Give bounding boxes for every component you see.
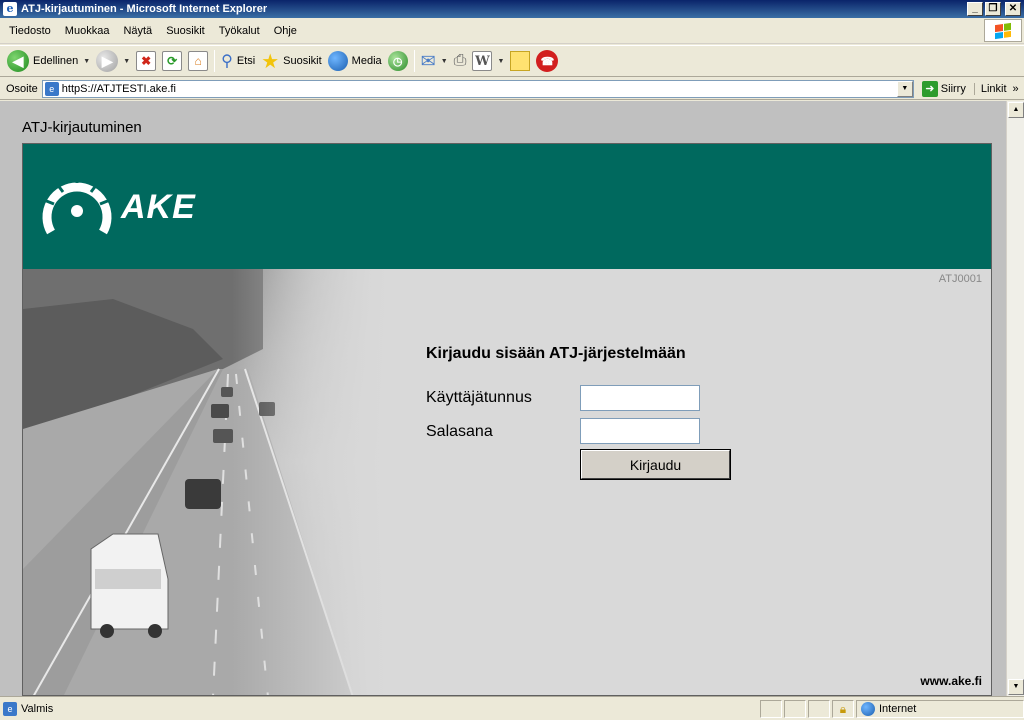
- windows-flag-icon: [995, 22, 1011, 39]
- discuss-button[interactable]: [507, 48, 533, 74]
- address-input[interactable]: e httpS://ATJTESTI.ake.fi ▼: [41, 79, 914, 98]
- go-label: Siirry: [940, 82, 966, 95]
- minimize-button[interactable]: _: [967, 2, 983, 16]
- menu-help[interactable]: Ohje: [267, 18, 304, 44]
- password-label: Salasana: [426, 423, 493, 440]
- print-icon: ⎙: [453, 52, 467, 69]
- links-button[interactable]: Linkit »: [973, 82, 1024, 95]
- search-icon: ⚲: [221, 53, 233, 70]
- home-icon: ⌂: [188, 51, 209, 71]
- page-viewport: ATJ-kirjautuminen AKE ATJ0001 Kirjaudu s…: [0, 101, 1006, 696]
- menu-view[interactable]: Näytä: [116, 18, 159, 44]
- ie-icon: e: [3, 2, 17, 16]
- print-button[interactable]: ⎙: [451, 48, 470, 74]
- forward-dropdown-icon[interactable]: ▼: [123, 58, 130, 65]
- links-chevron-icon: »: [1012, 82, 1019, 95]
- edit-dropdown-icon[interactable]: ▼: [497, 58, 504, 65]
- messenger-icon: ☎: [536, 50, 559, 72]
- menu-file[interactable]: Tiedosto: [0, 18, 58, 44]
- menu-edit[interactable]: Muokkaa: [58, 18, 117, 44]
- window-titlebar: e ATJ-kirjautuminen - Microsoft Internet…: [0, 0, 1024, 18]
- username-input[interactable]: [580, 385, 700, 411]
- menu-tools[interactable]: Työkalut: [212, 18, 267, 44]
- toolbar-separator: [413, 50, 415, 72]
- home-button[interactable]: ⌂: [185, 48, 211, 74]
- toolbar-separator: [214, 50, 216, 72]
- username-label: Käyttäjätunnus: [426, 389, 532, 406]
- restore-button[interactable]: ❐: [985, 2, 1001, 16]
- vertical-scrollbar[interactable]: ▲ ▼: [1006, 101, 1024, 696]
- stop-button[interactable]: ✖: [133, 48, 159, 74]
- note-icon: [510, 51, 531, 71]
- edit-icon: W: [472, 51, 493, 71]
- status-cell: [784, 699, 806, 718]
- security-cell[interactable]: 🔒︎: [832, 699, 854, 718]
- scroll-down-icon[interactable]: ▼: [1008, 679, 1024, 695]
- close-button[interactable]: ✕: [1005, 2, 1021, 16]
- logo-text: AKE: [121, 187, 196, 226]
- back-label: Edellinen: [33, 55, 79, 67]
- messenger-button[interactable]: ☎: [533, 48, 561, 74]
- mail-icon: ✉: [420, 50, 436, 71]
- address-bar: Osoite e httpS://ATJTESTI.ake.fi ▼ ➜ Sii…: [0, 78, 1024, 100]
- address-label: Osoite: [6, 82, 38, 95]
- go-button[interactable]: ➜ Siirry: [918, 80, 970, 97]
- search-button[interactable]: ⚲ Etsi: [218, 48, 258, 74]
- mail-dropdown-icon[interactable]: ▼: [441, 58, 448, 65]
- back-dropdown-icon[interactable]: ▼: [83, 58, 90, 65]
- favorites-icon: ★: [261, 50, 280, 73]
- media-label: Media: [351, 55, 382, 67]
- search-label: Etsi: [236, 55, 256, 67]
- links-label: Linkit: [980, 82, 1007, 95]
- back-icon: ◀: [7, 50, 29, 72]
- menu-favorites[interactable]: Suosikit: [159, 18, 212, 44]
- lock-icon: 🔒︎: [839, 701, 847, 716]
- status-cell: [808, 699, 830, 718]
- stop-icon: ✖: [136, 51, 157, 71]
- status-cell: [760, 699, 782, 718]
- media-icon: [327, 51, 348, 71]
- password-input[interactable]: [580, 418, 700, 444]
- address-dropdown-icon[interactable]: ▼: [896, 80, 913, 97]
- forward-button[interactable]: ▶ ▼: [93, 48, 133, 74]
- login-panel: AKE ATJ0001 Kirjaudu sisään ATJ-järjeste…: [22, 143, 992, 696]
- login-heading: Kirjaudu sisään ATJ-järjestelmään: [426, 345, 686, 362]
- edit-button[interactable]: W ▼: [469, 48, 507, 74]
- menu-bar: Tiedosto Muokkaa Näytä Suosikit Työkalut…: [0, 18, 1024, 44]
- page-status-icon: e: [3, 701, 17, 716]
- refresh-icon: ⟳: [162, 51, 183, 71]
- header-banner: AKE: [23, 144, 991, 269]
- back-button[interactable]: ◀ Edellinen ▼: [4, 48, 93, 74]
- page-title: ATJ-kirjautuminen: [22, 119, 142, 136]
- favorites-button[interactable]: ★ Suosikit: [258, 48, 324, 74]
- status-text: Valmis: [21, 702, 54, 715]
- zone-cell[interactable]: Internet: [856, 699, 1024, 718]
- media-button[interactable]: Media: [325, 48, 385, 74]
- globe-icon: [861, 701, 875, 716]
- login-button[interactable]: Kirjaudu: [580, 449, 731, 480]
- page-icon: e: [44, 81, 59, 96]
- favorites-label: Suosikit: [283, 55, 322, 67]
- screen-code: ATJ0001: [938, 273, 982, 285]
- history-button[interactable]: ◷: [385, 48, 411, 74]
- scroll-up-icon[interactable]: ▲: [1008, 102, 1024, 118]
- ake-logo-icon: [42, 174, 112, 235]
- history-icon: ◷: [387, 51, 408, 71]
- standard-toolbar: ◀ Edellinen ▼ ▶ ▼ ✖ ⟳ ⌂ ⚲ Etsi ★ Suosiki…: [0, 45, 1024, 77]
- highway-image: [23, 269, 403, 695]
- road-photo: ATJ0001 Kirjaudu sisään ATJ-järjestelmää…: [23, 269, 991, 695]
- status-bar: e Valmis 🔒︎ Internet: [0, 696, 1024, 720]
- website-link[interactable]: www.ake.fi: [920, 674, 982, 688]
- window-title: ATJ-kirjautuminen - Microsoft Internet E…: [21, 3, 268, 15]
- forward-icon: ▶: [96, 50, 119, 72]
- go-icon: ➜: [921, 80, 938, 97]
- zone-label: Internet: [879, 702, 917, 715]
- mail-button[interactable]: ✉ ▼: [418, 48, 451, 74]
- address-url[interactable]: httpS://ATJTESTI.ake.fi: [62, 83, 897, 95]
- windows-logo: [984, 19, 1022, 42]
- refresh-button[interactable]: ⟳: [159, 48, 185, 74]
- ake-logo: AKE: [41, 174, 196, 240]
